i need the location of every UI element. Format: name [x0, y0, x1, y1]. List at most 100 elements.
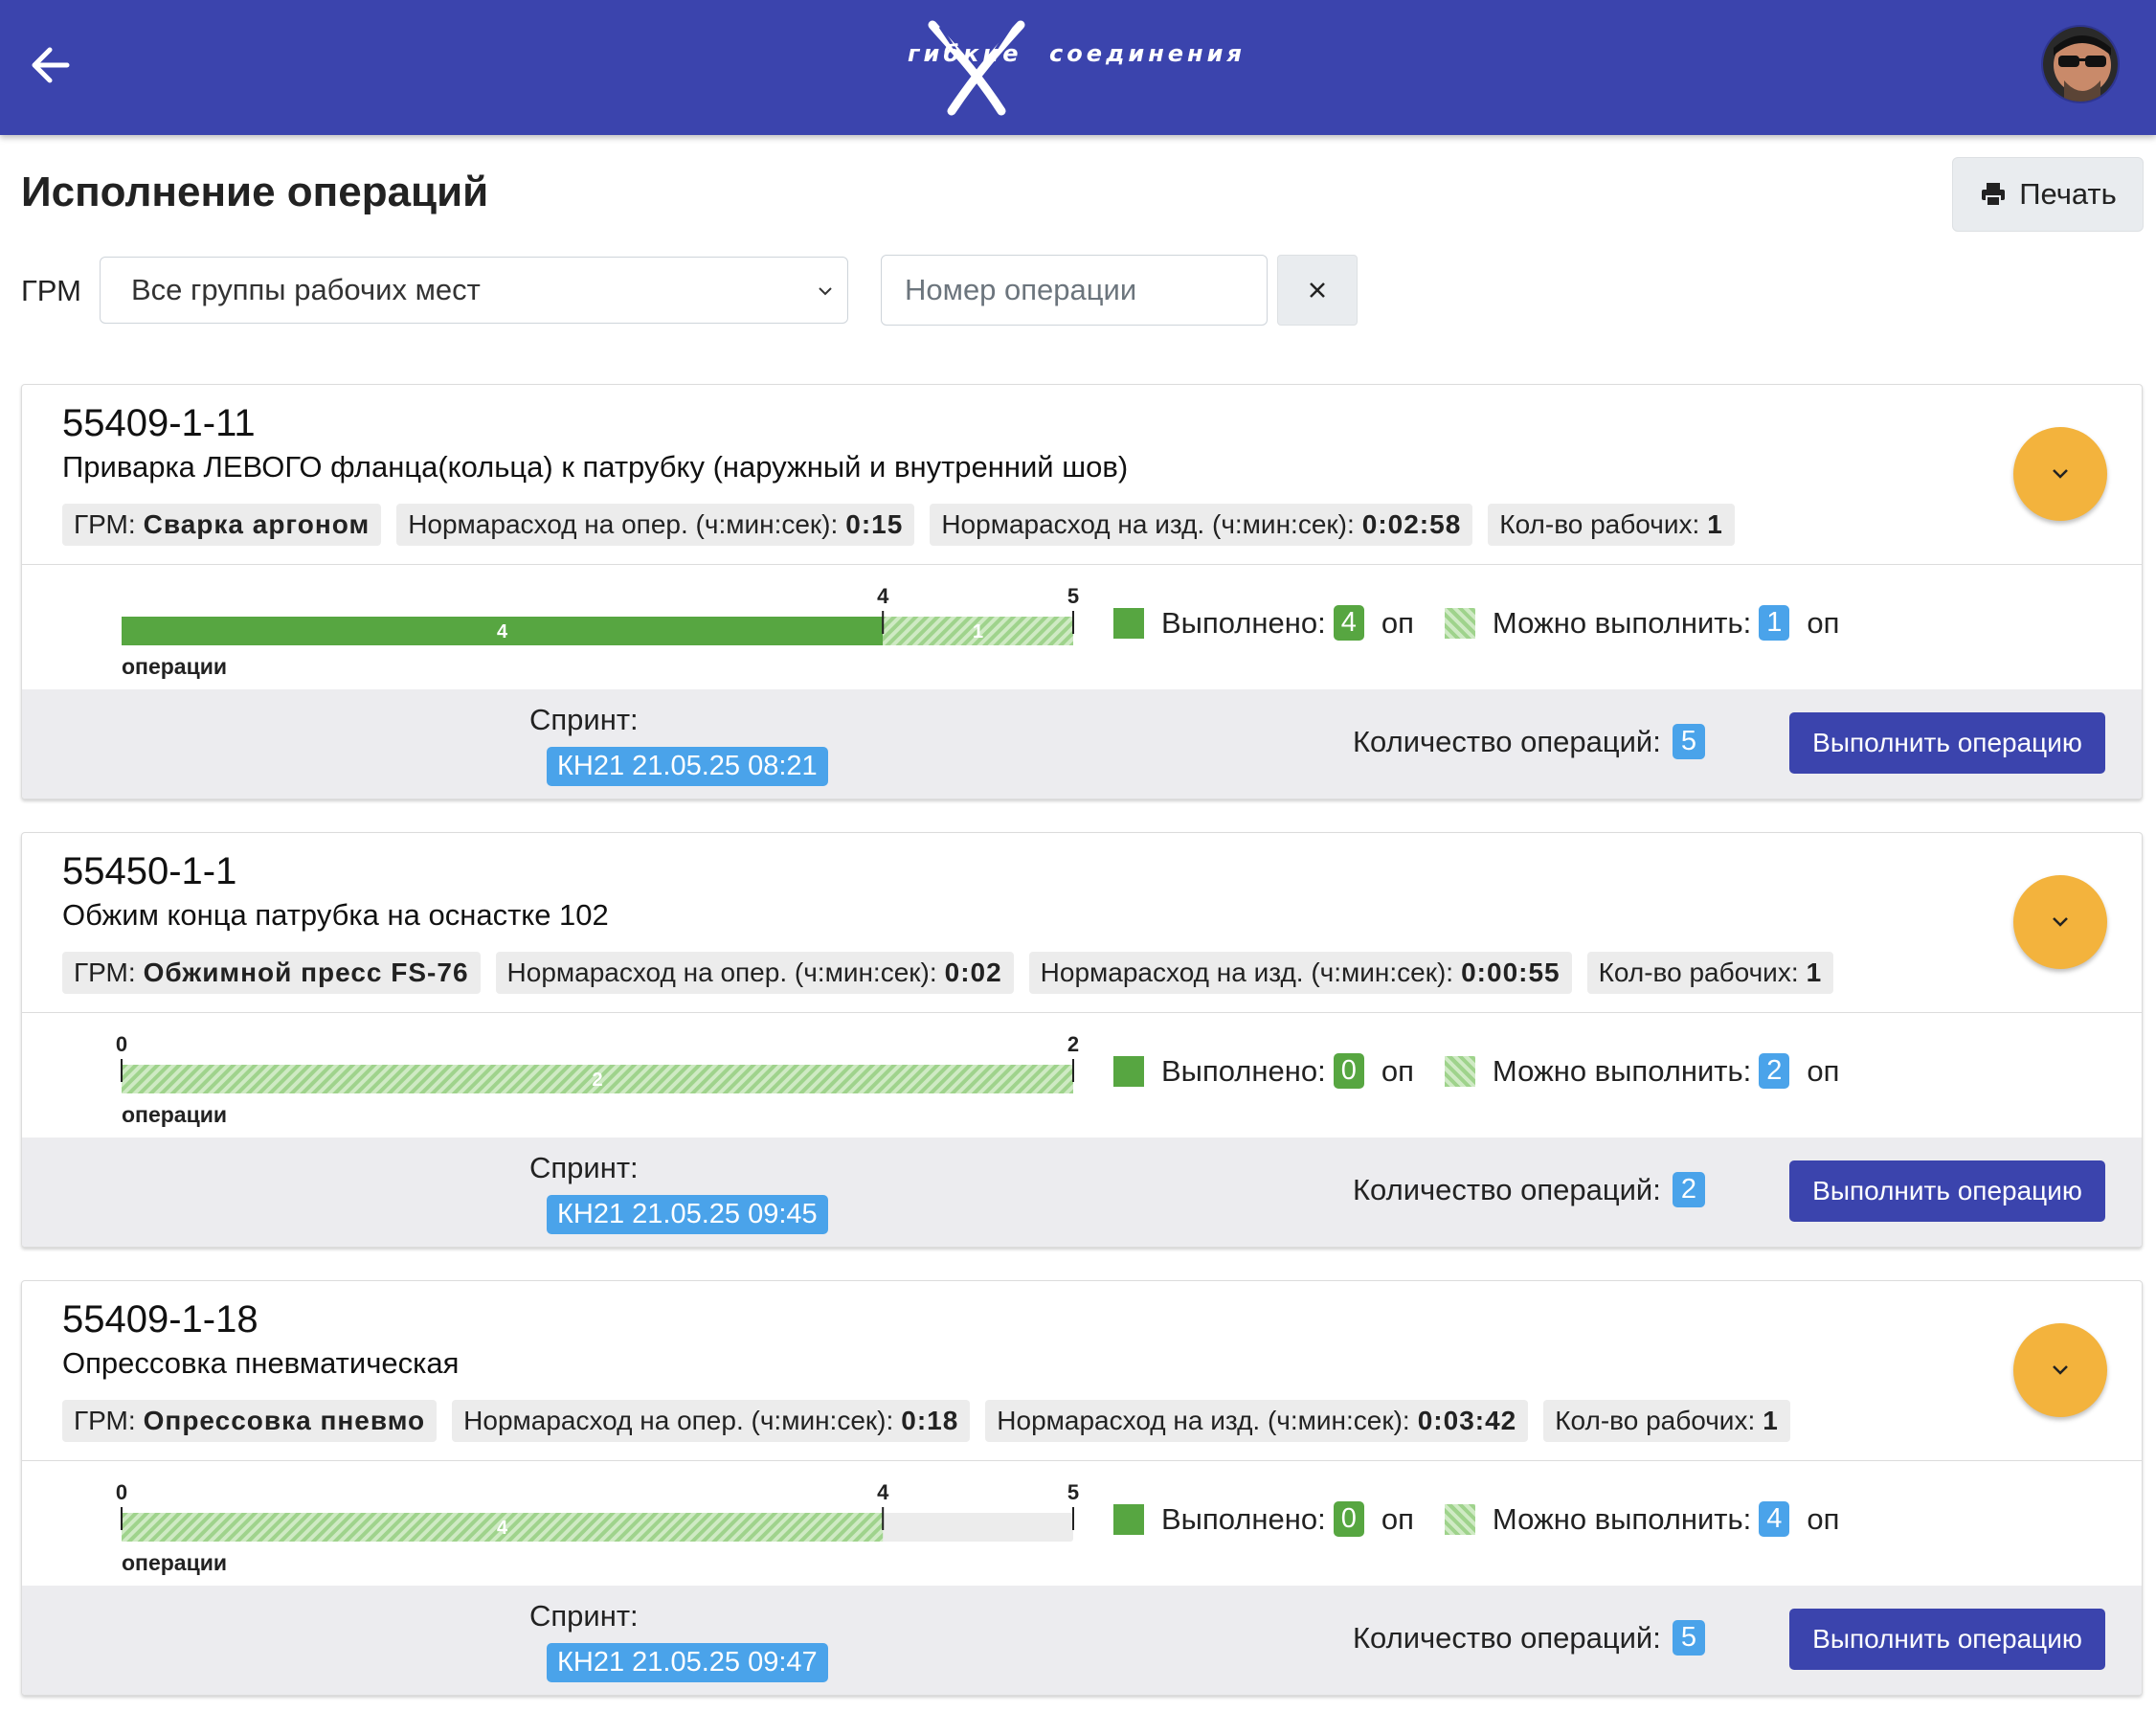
done-swatch [1113, 1055, 1144, 1087]
norm-item-tag: Нормарасход на изд. (ч:мин:сек): 0:03:42 [985, 1400, 1529, 1442]
chevron-down-icon [2053, 1365, 2068, 1375]
done-unit: оп [1381, 1501, 1414, 1536]
card-footer: Спринт: КН21 21.05.25 09:47 Количество о… [22, 1586, 2142, 1695]
bar-tick-label: 4 [877, 584, 889, 608]
qty-badge: 2 [1672, 1172, 1705, 1207]
operations-quantity: Количество операций: 2 [1353, 1172, 1705, 1207]
sprint-badge[interactable]: КН21 21.05.25 08:21 [547, 747, 828, 786]
operation-tags: ГРМ: Сварка аргоном Нормарасход на опер. … [62, 504, 1735, 546]
expand-button[interactable] [2013, 427, 2107, 521]
grm-label: ГРМ [21, 274, 81, 307]
workers-value: 1 [1806, 957, 1823, 987]
grm-select[interactable]: Все группы рабочих мест [100, 257, 848, 324]
can-do-label: Можно выполнить: [1492, 1053, 1752, 1088]
sprint-badge[interactable]: КН21 21.05.25 09:47 [547, 1643, 828, 1682]
norm-op-label: Нормарасход на опер. (ч:мин:сек): [506, 957, 937, 987]
bar-tick-label: 0 [116, 1480, 127, 1504]
norm-op-value: 0:02 [944, 957, 1002, 987]
grm-tag-label: ГРМ: [74, 509, 136, 539]
workers-tag: Кол-во рабочих: 1 [1488, 504, 1735, 546]
progress-legend: Выполнено: 0 оп Можно выполнить: 4 оп [1113, 1501, 1839, 1537]
top-app-bar: гибкие соединения [0, 0, 2156, 135]
workers-label: Кол-во рабочих: [1555, 1406, 1756, 1435]
norm-item-tag: Нормарасход на изд. (ч:мин:сек): 0:00:55 [1028, 952, 1572, 994]
operation-number-input[interactable] [881, 255, 1268, 326]
norm-item-tag: Нормарасход на изд. (ч:мин:сек): 0:02:58 [930, 504, 1473, 546]
back-arrow-icon[interactable] [25, 38, 79, 92]
operation-code: 55450-1-1 [62, 850, 237, 892]
can-do-unit: оп [1807, 1053, 1840, 1088]
workers-label: Кол-во рабочих: [1499, 509, 1700, 539]
execute-operation-button[interactable]: Выполнить операцию [1789, 712, 2105, 774]
operation-card: 55409-1-18 Опрессовка пневматическая ГРМ… [21, 1280, 2143, 1696]
norm-item-value: 0:00:55 [1461, 957, 1561, 987]
bar-tick-label: 4 [877, 1480, 889, 1504]
workers-label: Кол-во рабочих: [1598, 957, 1799, 987]
progress-bar: 4 1 4 5 операции [122, 584, 1079, 679]
operation-name: Обжим конца патрубка на оснастке 102 [62, 898, 609, 932]
operation-code: 55409-1-18 [62, 1298, 258, 1340]
progress-area: 4 0 4 5 операции Выполнено: 0 оп Можно выпол… [22, 1461, 2142, 1586]
norm-op-label: Нормарасход на опер. (ч:мин:сек): [408, 509, 839, 539]
bar-can-do-label: 4 [497, 1518, 508, 1539]
bar-tick-label: 5 [1067, 584, 1079, 608]
bar-axis-label: операции [122, 1550, 227, 1575]
operation-tags: ГРМ: Опрессовка пневмо Нормарасход на опе… [62, 1400, 1790, 1442]
norm-op-label: Нормарасход на опер. (ч:мин:сек): [463, 1406, 894, 1435]
grm-tag-label: ГРМ: [74, 1406, 136, 1435]
execute-operation-button[interactable]: Выполнить операцию [1789, 1609, 2105, 1670]
operation-name: Опрессовка пневматическая [62, 1346, 460, 1380]
operation-card: 55409-1-11 Приварка ЛЕВОГО фланца(кольца… [21, 384, 2143, 800]
done-count-badge: 4 [1333, 605, 1364, 641]
can-do-count-badge: 1 [1759, 605, 1790, 641]
execute-operation-button[interactable]: Выполнить операцию [1789, 1160, 2105, 1222]
progress-area: 4 1 4 5 операции Выполнено: 4 оп Можно выпол… [22, 565, 2142, 689]
bar-tick-label: 2 [1067, 1032, 1079, 1056]
progress-area: 2 0 2 операции Выполнено: 0 оп Можно выполн… [22, 1013, 2142, 1138]
bar-tick-label: 0 [116, 1032, 127, 1056]
chevron-down-icon [819, 287, 832, 296]
progress-bar: 2 0 2 операции [116, 1032, 1079, 1127]
bar-axis-label: операции [122, 1102, 227, 1127]
norm-item-value: 0:02:58 [1361, 509, 1462, 539]
clear-filter-button[interactable] [1277, 255, 1358, 326]
printer-icon [1982, 183, 2006, 207]
grm-tag-value: Сварка аргоном [143, 509, 371, 539]
norm-item-label: Нормарасход на изд. (ч:мин:сек): [997, 1406, 1410, 1435]
norm-op-tag: Нормарасход на опер. (ч:мин:сек): 0:18 [452, 1400, 971, 1442]
user-avatar[interactable] [2041, 25, 2120, 103]
can-do-swatch [1444, 607, 1475, 639]
done-label: Выполнено: [1161, 605, 1326, 640]
norm-op-value: 0:18 [901, 1406, 959, 1435]
can-do-label: Можно выполнить: [1492, 1501, 1752, 1536]
expand-button[interactable] [2013, 1323, 2107, 1417]
company-logo: гибкие соединения [908, 17, 1243, 118]
print-button[interactable]: Печать [1952, 157, 2144, 232]
grm-tag-label: ГРМ: [74, 957, 136, 987]
done-unit: оп [1381, 1053, 1414, 1088]
progress-legend: Выполнено: 4 оп Можно выполнить: 1 оп [1113, 605, 1839, 641]
workers-tag: Кол-во рабочих: 1 [1543, 1400, 1790, 1442]
sprint-badge[interactable]: КН21 21.05.25 09:45 [547, 1195, 828, 1234]
bar-tick-label: 5 [1067, 1480, 1079, 1504]
can-do-count-badge: 4 [1759, 1501, 1790, 1537]
done-label: Выполнено: [1161, 1053, 1326, 1088]
qty-label: Количество операций: [1353, 1172, 1661, 1206]
qty-badge: 5 [1672, 724, 1705, 759]
grm-tag: ГРМ: Сварка аргоном [62, 504, 382, 546]
can-do-unit: оп [1807, 1501, 1840, 1536]
operation-code: 55409-1-11 [62, 402, 256, 444]
operations-quantity: Количество операций: 5 [1353, 1620, 1705, 1656]
can-do-unit: оп [1807, 605, 1840, 640]
norm-item-label: Нормарасход на изд. (ч:мин:сек): [941, 509, 1355, 539]
card-footer: Спринт: КН21 21.05.25 09:45 Количество о… [22, 1138, 2142, 1247]
done-swatch [1113, 1503, 1144, 1535]
qty-badge: 5 [1672, 1620, 1705, 1656]
grm-tag-value: Опрессовка пневмо [143, 1406, 426, 1435]
done-swatch [1113, 607, 1144, 639]
close-icon [1310, 282, 1325, 298]
workers-tag: Кол-во рабочих: 1 [1586, 952, 1834, 994]
grm-selected-value: Все группы рабочих мест [131, 273, 481, 306]
norm-item-value: 0:03:42 [1417, 1406, 1517, 1435]
expand-button[interactable] [2013, 875, 2107, 969]
